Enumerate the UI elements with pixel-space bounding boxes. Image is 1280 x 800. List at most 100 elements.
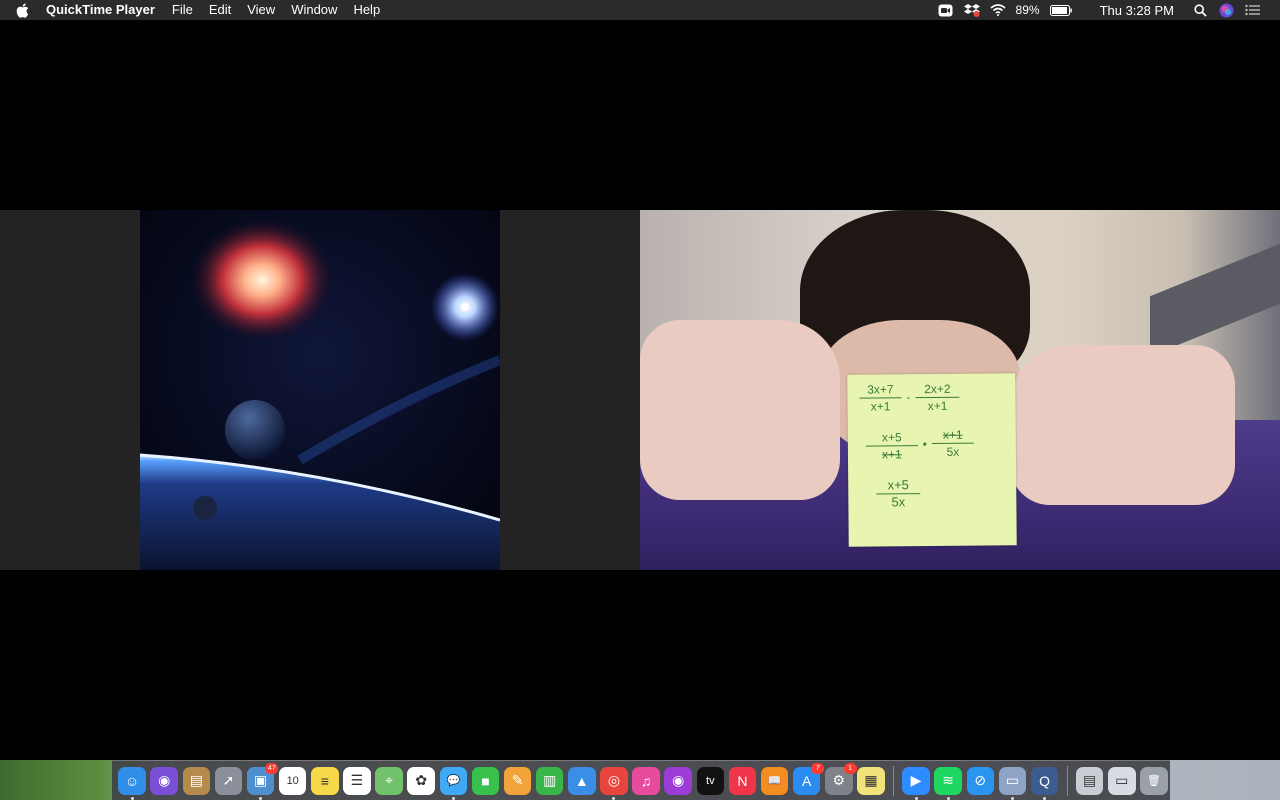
note-frac1-num: 3x+7: [867, 382, 894, 397]
note-op-dot: •: [922, 437, 928, 452]
dock-numbers-icon[interactable]: ▥: [535, 766, 564, 795]
dock-preview-photo-icon[interactable]: ▣ 47: [246, 762, 279, 800]
dock-podcasts-glyph: ◉: [672, 772, 685, 788]
dock-spotify-icon[interactable]: ≋: [934, 766, 962, 800]
dock-pages-icon[interactable]: ✎: [503, 766, 532, 795]
dock-photos-icon[interactable]: ✿: [407, 766, 435, 795]
video-tile-space: [0, 210, 640, 570]
dock-numbers-glyph: ▥: [543, 772, 557, 788]
dock-running-indicator: [1043, 796, 1047, 800]
dock-launchpad-icon[interactable]: ➚: [214, 766, 243, 795]
dock-finder-icon[interactable]: ☺: [118, 766, 146, 800]
dock-zoom-glyph: ▶: [910, 772, 922, 788]
quicktime-video-window[interactable]: 3x+7 x+1 - 2x+2 x+1 x+5 x+1 • x+1 5x x+5…: [0, 20, 1280, 760]
dock-itunes-glyph: ♫: [640, 772, 652, 789]
dock-running-indicator: [1010, 796, 1014, 800]
dock-reminders-glyph: ☰: [350, 772, 364, 788]
dock-system-preferences-icon[interactable]: ⚙ 1: [825, 762, 857, 795]
dock-badge: 7: [811, 762, 825, 774]
menu-bar: QuickTime Player File Edit View Window H…: [0, 0, 1280, 20]
dock-siri-icon[interactable]: ◉: [150, 766, 178, 795]
dock-screenshot-stack-icon[interactable]: ▭: [1108, 766, 1136, 795]
dock-app-store-icon[interactable]: A7: [792, 762, 825, 795]
dock-keynote-glyph: ▲: [574, 772, 589, 789]
menubar-clock[interactable]: Thu 3:28 PM: [1100, 3, 1174, 18]
dock-system-preferences-glyph: ⚙: [832, 772, 846, 788]
menu-view[interactable]: View: [247, 0, 275, 20]
dock-podcasts-icon[interactable]: ◉: [664, 766, 692, 795]
dock-maps-icon[interactable]: ⌖: [375, 766, 403, 795]
dock-apple-tv-icon[interactable]: tv: [696, 766, 725, 795]
dock-notes-icon[interactable]: ≡: [311, 766, 339, 795]
dock-chrome-glyph: ◎: [607, 772, 621, 788]
dock-itunes-icon[interactable]: ♫: [632, 766, 660, 795]
dock-news-glyph: N: [737, 772, 748, 789]
dock-screenshot-stack-glyph: ▭: [1115, 772, 1129, 788]
dock-spotify-glyph: ≋: [942, 772, 955, 788]
dock-safari-glyph: ⊘: [974, 772, 987, 788]
dock: ☺ ◉ ▤ ➚ ▣ 47 10 ≡ ☰ ⌖ ✿ 💬 ■ ✎ ▥ ▲ ◎ ♫ ◉ tv N 📖 A 7 ⚙ 1 ▦ ▶ ≋ ⊘ ▭ Q ▤ ▭ 🗑: [112, 760, 1170, 800]
dock-running-indicator: [451, 796, 455, 800]
dock-trash-icon[interactable]: 🗑: [1140, 766, 1168, 795]
zoom-icon[interactable]: [938, 2, 954, 18]
dock-running-indicator: [130, 796, 134, 800]
note-frac2-num: 2x+2: [924, 381, 951, 397]
dock-facetime-glyph: ■: [481, 772, 490, 789]
note-frac3-num: x+5: [881, 430, 902, 445]
webcam-left-hand: [640, 320, 840, 500]
dock-badge: 1: [843, 762, 857, 774]
dock-keynote-icon[interactable]: ▲: [568, 766, 596, 795]
note-frac2-den: x+1: [927, 398, 948, 414]
note-frac4-num: x+1: [942, 427, 963, 442]
dock-separator: [893, 765, 894, 796]
dropbox-icon[interactable]: [963, 2, 980, 18]
dock-books-glyph: 📖: [767, 775, 782, 787]
menu-help[interactable]: Help: [353, 0, 380, 20]
dock-stickies-icon[interactable]: ▦: [857, 766, 885, 795]
dock-running-indicator: [946, 796, 950, 800]
dock-downloads-stack-glyph: ▤: [1083, 772, 1097, 788]
note-frac4-den: 5x: [946, 444, 960, 459]
dock-notefile-icon[interactable]: ▤: [182, 766, 211, 795]
video-tile-webcam: 3x+7 x+1 - 2x+2 x+1 x+5 x+1 • x+1 5x x+5…: [640, 210, 1280, 570]
dock-downloads-stack-icon[interactable]: ▤: [1075, 766, 1104, 795]
dock-preview-photo-glyph: ▣: [253, 772, 268, 788]
sticky-note-math: 3x+7 x+1 - 2x+2 x+1 x+5 x+1 • x+1 5x x+5…: [847, 373, 1017, 547]
menu-edit[interactable]: Edit: [209, 0, 231, 20]
dock-running-indicator: [612, 796, 616, 800]
menu-window[interactable]: Window: [291, 0, 337, 20]
space-background-image: [140, 210, 500, 570]
dock-app-store-glyph: A: [802, 772, 812, 789]
dock-launchpad-glyph: ➚: [222, 772, 235, 788]
dock-image-capture-icon[interactable]: ▭: [998, 766, 1027, 800]
dock-facetime-icon[interactable]: ■: [471, 766, 500, 795]
dock-news-icon[interactable]: N: [728, 766, 757, 795]
dock-reminders-icon[interactable]: ☰: [343, 766, 371, 795]
dock-separator: [1066, 765, 1068, 796]
dock-maps-glyph: ⌖: [385, 772, 393, 788]
app-menu-quicktime[interactable]: QuickTime Player: [46, 0, 155, 20]
note-result-den: 5x: [891, 494, 906, 510]
wifi-icon[interactable]: [990, 2, 1006, 18]
dock-safari-icon[interactable]: ⊘: [966, 766, 995, 795]
menu-file[interactable]: File: [172, 0, 193, 20]
dock-calendar-glyph: 10: [286, 774, 299, 787]
dock-books-icon[interactable]: 📖: [760, 766, 789, 795]
dock-messages-glyph: 💬: [446, 775, 461, 787]
dock-zoom-icon[interactable]: ▶: [902, 766, 930, 800]
note-frac1-den: x+1: [870, 399, 891, 414]
dock-messages-icon[interactable]: 💬: [439, 766, 468, 800]
dock-apple-tv-glyph: tv: [706, 774, 715, 787]
notification-center-icon[interactable]: [1244, 2, 1260, 18]
siri-icon[interactable]: [1218, 2, 1234, 18]
webcam-right-hand: [1010, 345, 1235, 505]
dock-calendar-icon[interactable]: 10: [278, 766, 307, 795]
dock-chrome-icon[interactable]: ◎: [600, 766, 628, 800]
battery-percentage: 89%: [1015, 3, 1040, 17]
dock-quicktime-icon[interactable]: Q: [1030, 766, 1059, 800]
battery-icon[interactable]: [1049, 2, 1072, 18]
spotlight-icon[interactable]: [1192, 2, 1208, 18]
dock-notefile-glyph: ▤: [189, 772, 203, 788]
apple-icon[interactable]: [16, 2, 32, 18]
dock-notes-glyph: ≡: [320, 772, 329, 789]
